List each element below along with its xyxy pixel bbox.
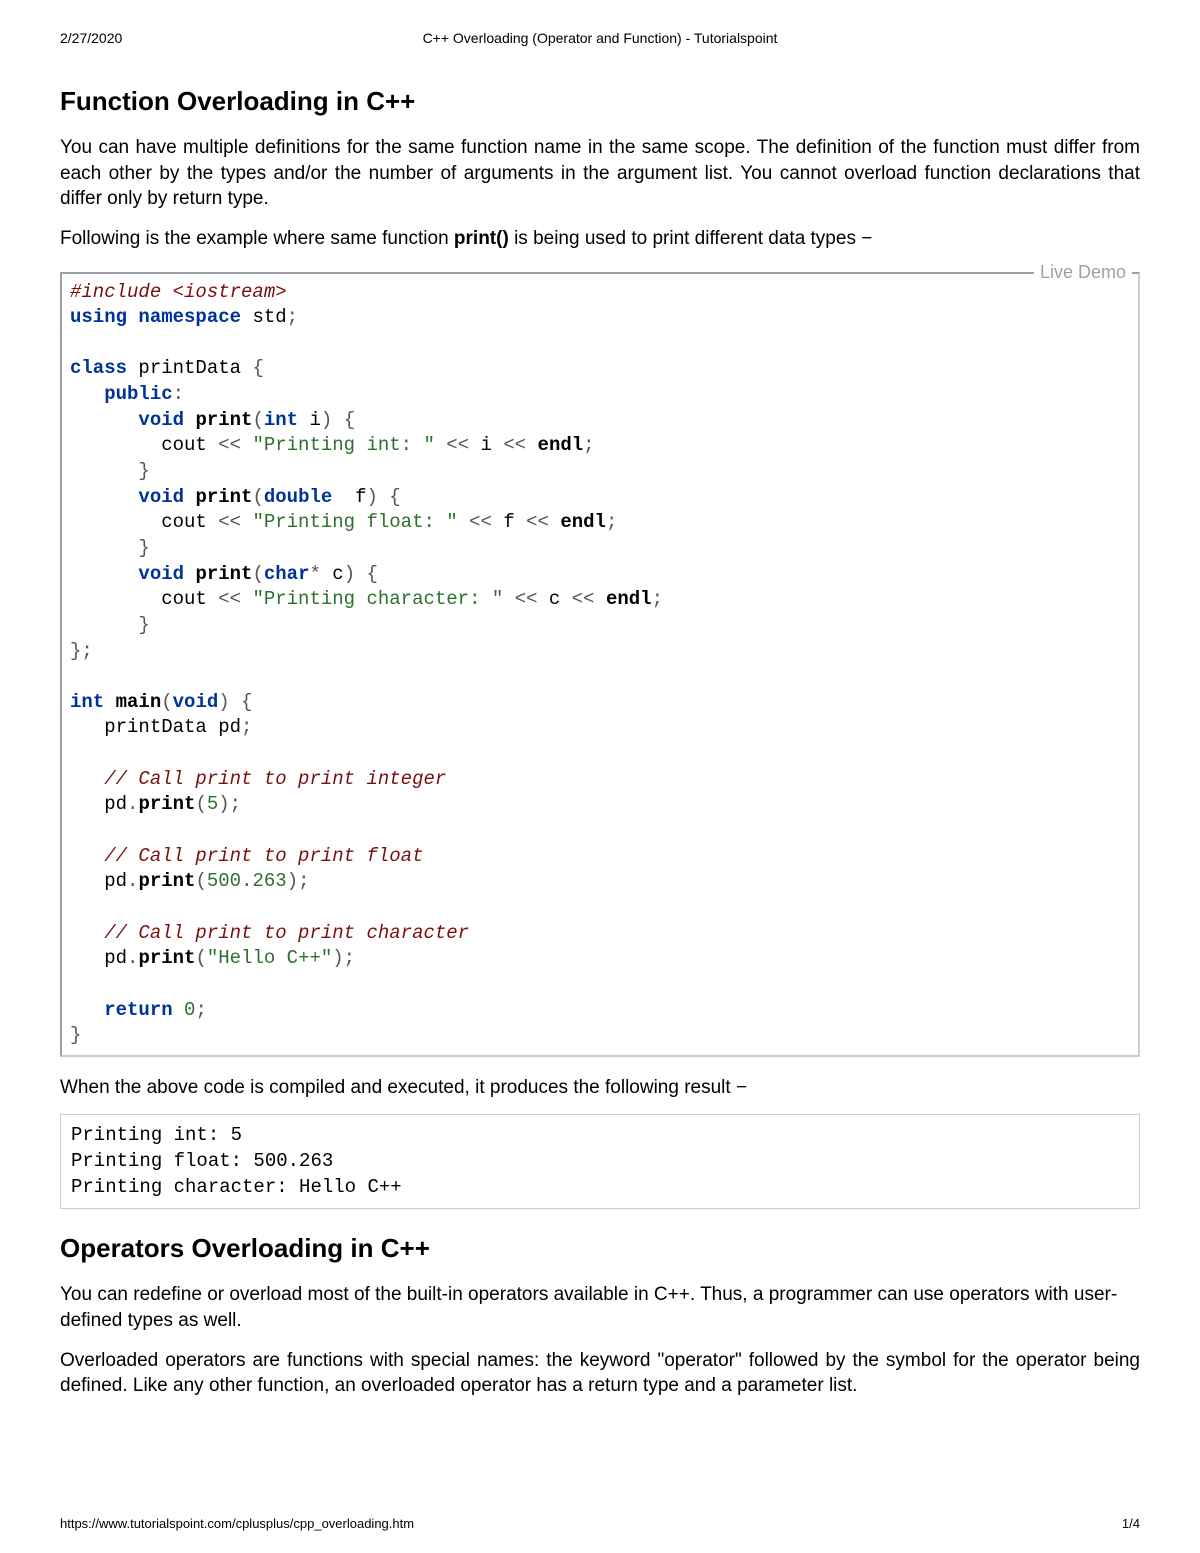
tok-num: 0 [184, 999, 195, 1021]
tok-kw: void [138, 563, 184, 585]
tok-fn: print [138, 947, 195, 969]
header-title: C++ Overloading (Operator and Function) … [423, 30, 778, 46]
tok-id: endl [538, 434, 584, 456]
tok-fn: print [195, 486, 252, 508]
tok-header: <iostream> [161, 281, 286, 303]
tok-kw: using [70, 306, 127, 328]
tok-num: 500.263 [207, 870, 287, 892]
tok-id: printData pd [104, 716, 241, 738]
output-block: Printing int: 5 Printing float: 500.263 … [60, 1114, 1140, 1209]
tok-id: pd [104, 947, 127, 969]
tok-fn: main [116, 691, 162, 713]
tok-comment: // Call print to print character [104, 922, 469, 944]
tok-fn: print [138, 870, 195, 892]
tok-id: i [481, 434, 492, 456]
tok-comment: // Call print to print integer [104, 768, 446, 790]
live-demo-link[interactable]: Live Demo [1034, 262, 1132, 283]
code-listing-1: #include <iostream> using namespace std;… [60, 272, 1140, 1057]
tok-kw: class [70, 357, 127, 379]
tok-id: pd [104, 793, 127, 815]
tok-str: "Printing int: " [252, 434, 434, 456]
tok-id: std [252, 306, 286, 328]
tok-kw: namespace [138, 306, 241, 328]
print-footer: https://www.tutorialspoint.com/cplusplus… [60, 1516, 1140, 1531]
tok-kw: return [104, 999, 172, 1021]
tok-kw: char [264, 563, 310, 585]
tok-id: i [309, 409, 320, 431]
para-op-overload-1: You can redefine or overload most of the… [60, 1282, 1140, 1333]
tok-id: cout [161, 588, 207, 610]
tok-kw: double [264, 486, 332, 508]
tok-fn: print [195, 409, 252, 431]
para-example-b: is being used to print different data ty… [509, 228, 873, 249]
tok-id: cout [161, 434, 207, 456]
tok-fn: print [138, 793, 195, 815]
para-result-intro: When the above code is compiled and exec… [60, 1075, 1140, 1101]
tok-id: cout [161, 511, 207, 533]
tok-id: endl [606, 588, 652, 610]
para-example-intro: Following is the example where same func… [60, 226, 1140, 252]
tok-kw: void [138, 486, 184, 508]
header-date: 2/27/2020 [60, 30, 122, 46]
tok-id: pd [104, 870, 127, 892]
tok-kw: void [173, 691, 219, 713]
footer-page: 1/4 [1122, 1516, 1140, 1531]
tok-comment: // Call print to print float [104, 845, 423, 867]
tok-id: endl [560, 511, 606, 533]
footer-url: https://www.tutorialspoint.com/cplusplus… [60, 1516, 414, 1531]
para-intro-func-overload: You can have multiple definitions for th… [60, 135, 1140, 212]
tok-preproc: #include [70, 281, 161, 303]
tok-str: "Hello C++" [207, 947, 332, 969]
code-block-function-overload: Live Demo #include <iostream> using name… [60, 272, 1140, 1057]
tok-kw: int [70, 691, 104, 713]
tok-fn: print [195, 563, 252, 585]
tok-id: c [549, 588, 560, 610]
tok-str: "Printing float: " [252, 511, 457, 533]
tok-id: f [503, 511, 514, 533]
page: 2/27/2020 C++ Overloading (Operator and … [0, 0, 1200, 1553]
tok-num: 5 [207, 793, 218, 815]
tok-id: printData [138, 357, 241, 379]
tok-str: "Printing character: " [252, 588, 503, 610]
para-op-overload-2: Overloaded operators are functions with … [60, 1348, 1140, 1399]
heading-function-overloading: Function Overloading in C++ [60, 86, 1140, 117]
tok-kw: public [104, 383, 172, 405]
heading-operator-overloading: Operators Overloading in C++ [60, 1233, 1140, 1264]
tok-id: c [332, 563, 343, 585]
tok-kw: int [264, 409, 298, 431]
code-inline-print: print() [454, 228, 509, 249]
print-header: 2/27/2020 C++ Overloading (Operator and … [60, 30, 1140, 46]
tok-id: f [355, 486, 366, 508]
tok-kw: void [138, 409, 184, 431]
para-example-a: Following is the example where same func… [60, 228, 454, 249]
